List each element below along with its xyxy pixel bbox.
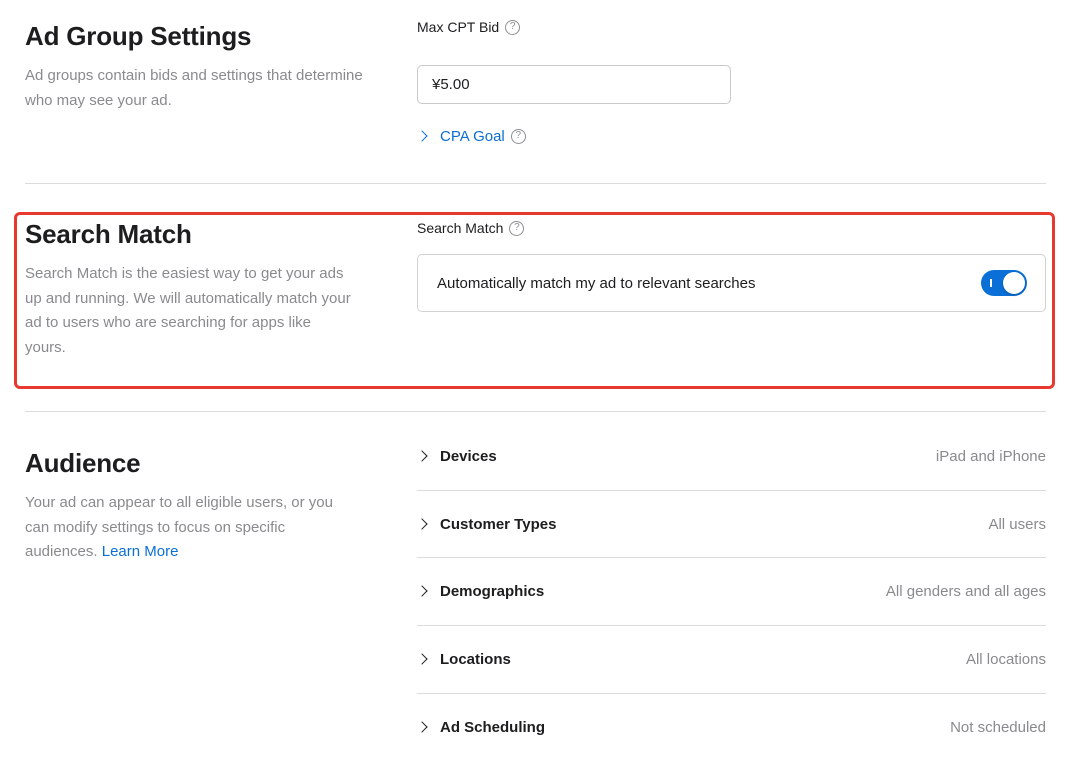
chevron-right-icon xyxy=(416,450,428,462)
audience-row-name: Locations xyxy=(416,650,511,668)
row-divider xyxy=(417,625,1046,626)
audience-row-ad-scheduling[interactable]: Ad Scheduling Not scheduled xyxy=(416,716,1046,738)
learn-more-link[interactable]: Learn More xyxy=(102,543,179,560)
audience-row-locations[interactable]: Locations All locations xyxy=(416,648,1046,670)
audience-row-value: All users xyxy=(988,515,1046,533)
chevron-right-icon xyxy=(416,721,428,733)
search-match-description: Search Match is the easiest way to get y… xyxy=(25,265,351,356)
audience-description-text: Your ad can appear to all eligible users… xyxy=(25,494,333,560)
audience-list: Devices iPad and iPhone Customer Types A… xyxy=(416,0,1046,777)
ad-group-settings-title: Ad Group Settings xyxy=(25,21,252,51)
audience-row-value: All locations xyxy=(965,650,1046,668)
chevron-right-icon xyxy=(416,518,428,530)
audience-row-name: Devices xyxy=(416,447,497,465)
audience-row-value: Not scheduled xyxy=(950,718,1046,736)
ad-group-settings-description: Ad groups contain bids and settings that… xyxy=(25,67,363,109)
audience-row-name: Ad Scheduling xyxy=(416,718,545,736)
audience-row-value: All genders and all ages xyxy=(885,582,1046,600)
audience-row-label: Devices xyxy=(440,447,497,465)
search-match-intro: Search Match Search Match is the easiest… xyxy=(25,218,365,360)
ad-group-settings-intro: Ad Group Settings Ad groups contain bids… xyxy=(25,20,365,113)
audience-row-label: Demographics xyxy=(440,582,545,600)
audience-row-devices[interactable]: Devices iPad and iPhone xyxy=(416,445,1046,467)
audience-row-label: Locations xyxy=(440,650,511,668)
audience-description: Your ad can appear to all eligible users… xyxy=(25,491,360,565)
search-match-title: Search Match xyxy=(25,219,192,249)
audience-row-demographics[interactable]: Demographics All genders and all ages xyxy=(416,580,1046,602)
row-divider xyxy=(417,490,1046,491)
audience-row-name: Customer Types xyxy=(416,515,557,533)
audience-intro: Audience Your ad can appear to all eligi… xyxy=(25,447,365,565)
audience-row-label: Ad Scheduling xyxy=(440,718,545,736)
chevron-right-icon xyxy=(416,585,428,597)
audience-row-value: iPad and iPhone xyxy=(935,447,1046,465)
audience-row-name: Demographics xyxy=(416,582,545,600)
audience-title: Audience xyxy=(25,448,141,478)
row-divider xyxy=(417,693,1046,694)
audience-row-label: Customer Types xyxy=(440,515,557,533)
audience-row-customer-types[interactable]: Customer Types All users xyxy=(416,513,1046,535)
row-divider xyxy=(417,557,1046,558)
chevron-right-icon xyxy=(416,653,428,665)
